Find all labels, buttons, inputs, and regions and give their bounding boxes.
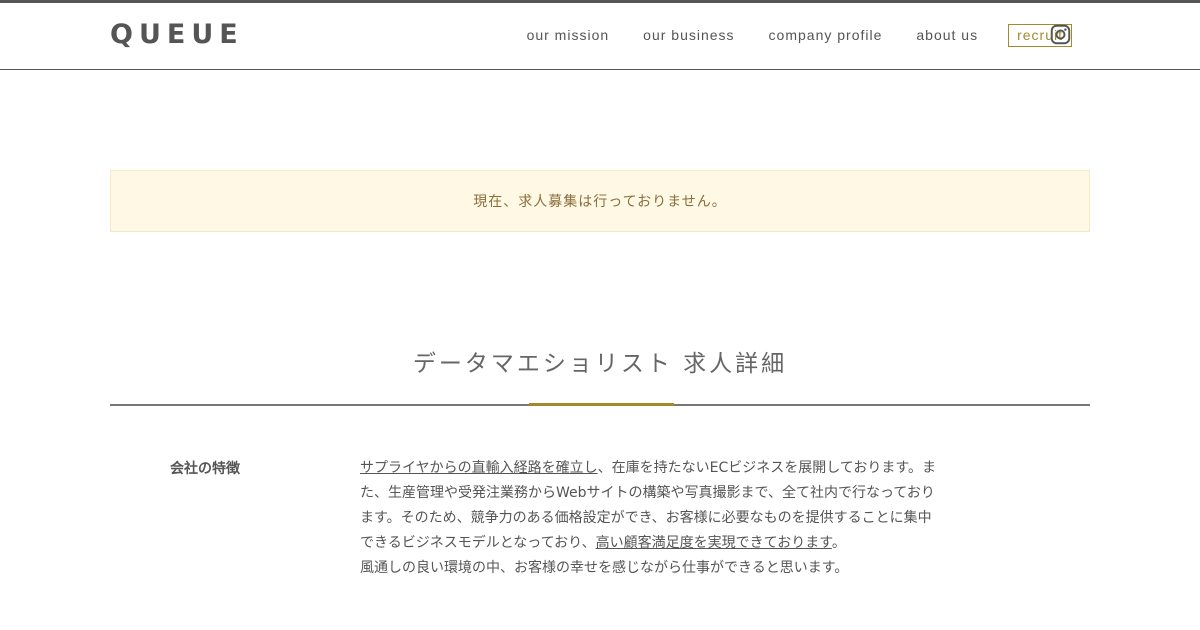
company-feature-body: サプライヤからの直輸入経路を確立し、在庫を持たないECビジネスを展開しております… [360,456,945,581]
site-header: QUEUE our mission our business company p… [0,3,1200,70]
recruitment-notice: 現在、求人募集は行っておりません。 [110,170,1090,232]
nav-about-us[interactable]: about us [916,23,978,47]
site-logo[interactable]: QUEUE [110,20,244,50]
main-nav: our mission our business company profile… [527,23,1072,47]
feature-underline-1: サプライヤからの直輸入経路を確立し [360,460,598,476]
feature-underline-2: 高い顧客満足度を実現できております [595,535,832,551]
instagram-icon[interactable] [1050,24,1071,45]
feature-paragraph: サプライヤからの直輸入経路を確立し、在庫を持たないECビジネスを展開しております… [360,456,945,556]
section-divider-accent [529,403,674,406]
nav-our-business[interactable]: our business [643,23,734,47]
job-detail-title: データマエショリスト 求人詳細 [412,351,788,377]
company-feature-label: 会社の特徴 [170,461,240,477]
feature-paragraph-2: 風通しの良い環境の中、お客様の幸せを感じながら仕事ができると思います。 [360,560,849,576]
notice-text: 現在、求人募集は行っておりません。 [473,194,727,210]
feature-text-2: 。 [831,535,846,551]
nav-company-profile[interactable]: company profile [769,23,883,47]
nav-our-mission[interactable]: our mission [527,23,610,47]
